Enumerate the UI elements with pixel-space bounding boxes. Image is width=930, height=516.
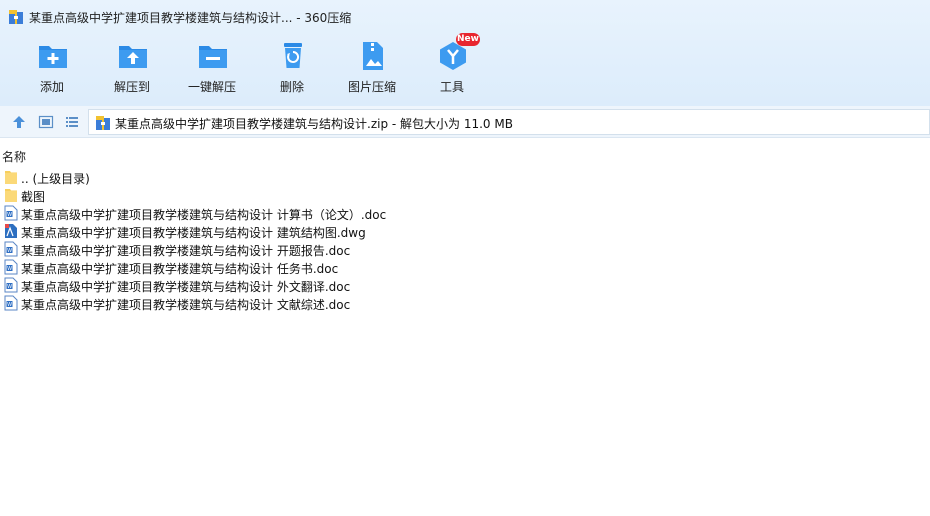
folder-icon xyxy=(5,189,17,202)
image-compress-icon xyxy=(363,42,383,70)
word-doc-icon: W xyxy=(4,277,18,293)
svg-text:W: W xyxy=(7,302,12,308)
toolbar: 添加 解压到 一键解压 删除 图片压缩 工具 New xyxy=(0,33,930,100)
tools-label: 工具 xyxy=(439,80,464,94)
add-label: 添加 xyxy=(39,80,64,94)
extract-to-icon xyxy=(119,46,147,68)
file-name: .. (上级目录) xyxy=(21,172,90,186)
list-item-folder[interactable]: 截图 xyxy=(0,186,930,204)
one-click-extract-button[interactable]: 一键解压 xyxy=(174,36,250,100)
list-item-file[interactable]: W 某重点高级中学扩建项目教学楼建筑与结构设计 外文翻译.doc xyxy=(0,276,930,294)
address-bar[interactable]: 某重点高级中学扩建项目教学楼建筑与结构设计.zip - 解包大小为 11.0 M… xyxy=(88,109,930,135)
archive-app-icon xyxy=(9,10,23,24)
folder-icon xyxy=(5,171,17,184)
zip-file-icon xyxy=(96,116,110,130)
archive-path: 某重点高级中学扩建项目教学楼建筑与结构设计.zip - 解包大小为 11.0 M… xyxy=(115,117,513,131)
word-doc-icon: W xyxy=(4,259,18,275)
list-item-file[interactable]: W 某重点高级中学扩建项目教学楼建筑与结构设计 任务书.doc xyxy=(0,258,930,276)
file-name: 某重点高级中学扩建项目教学楼建筑与结构设计 计算书（论文）.doc xyxy=(21,208,387,222)
delete-label: 删除 xyxy=(279,80,304,94)
add-folder-icon xyxy=(39,46,67,68)
file-name: 某重点高级中学扩建项目教学楼建筑与结构设计 外文翻译.doc xyxy=(21,280,351,294)
one-click-extract-icon xyxy=(199,46,227,68)
file-name: 某重点高级中学扩建项目教学楼建筑与结构设计 文献综述.doc xyxy=(21,298,351,312)
list-item-parent-dir[interactable]: .. (上级目录) xyxy=(0,168,930,186)
list-item-file[interactable]: W 某重点高级中学扩建项目教学楼建筑与结构设计 文献综述.doc xyxy=(0,294,930,312)
file-name: 某重点高级中学扩建项目教学楼建筑与结构设计 建筑结构图.dwg xyxy=(21,226,366,240)
file-name: 截图 xyxy=(21,190,46,204)
address-row: 某重点高级中学扩建项目教学楼建筑与结构设计.zip - 解包大小为 11.0 M… xyxy=(0,106,930,138)
svg-text:W: W xyxy=(7,266,12,272)
delete-icon xyxy=(284,43,302,68)
delete-button[interactable]: 删除 xyxy=(254,36,330,100)
title-bar: 某重点高级中学扩建项目教学楼建筑与结构设计... - 360压缩 xyxy=(0,0,930,34)
svg-text:W: W xyxy=(7,248,12,254)
svg-text:W: W xyxy=(7,212,12,218)
word-doc-icon: W xyxy=(4,205,18,221)
list-item-file[interactable]: W 某重点高级中学扩建项目教学楼建筑与结构设计 开题报告.doc xyxy=(0,240,930,258)
image-compress-button[interactable]: 图片压缩 xyxy=(334,36,410,100)
extract-to-label: 解压到 xyxy=(113,80,150,94)
word-doc-icon: W xyxy=(4,241,18,257)
list-item-file[interactable]: 某重点高级中学扩建项目教学楼建筑与结构设计 建筑结构图.dwg xyxy=(0,222,930,240)
thumbnail-view-icon[interactable] xyxy=(38,114,54,130)
up-arrow-icon[interactable] xyxy=(11,114,27,130)
add-button[interactable]: 添加 xyxy=(14,36,90,100)
dwg-file-icon xyxy=(5,224,17,238)
column-header-label: 名称 xyxy=(2,150,27,164)
tools-button[interactable]: 工具 xyxy=(414,36,490,100)
window-title: 某重点高级中学扩建项目教学楼建筑与结构设计... - 360压缩 xyxy=(29,11,352,25)
extract-to-button[interactable]: 解压到 xyxy=(94,36,170,100)
image-compress-label: 图片压缩 xyxy=(347,80,396,94)
svg-text:W: W xyxy=(7,284,12,290)
file-name: 某重点高级中学扩建项目教学楼建筑与结构设计 任务书.doc xyxy=(21,262,339,276)
new-badge: New xyxy=(456,33,480,46)
column-header-name[interactable]: 名称 xyxy=(0,146,930,166)
list-view-icon[interactable] xyxy=(64,114,80,130)
top-chrome: 某重点高级中学扩建项目教学楼建筑与结构设计... - 360压缩 添加 解压到 xyxy=(0,0,930,106)
word-doc-icon: W xyxy=(4,295,18,311)
one-click-extract-label: 一键解压 xyxy=(187,80,236,94)
list-item-file[interactable]: W 某重点高级中学扩建项目教学楼建筑与结构设计 计算书（论文）.doc xyxy=(0,204,930,222)
file-list: .. (上级目录) 截图 W 某重点高级中学扩建项目教学楼建筑与结构设计 计算书… xyxy=(0,168,930,312)
file-name: 某重点高级中学扩建项目教学楼建筑与结构设计 开题报告.doc xyxy=(21,244,351,258)
